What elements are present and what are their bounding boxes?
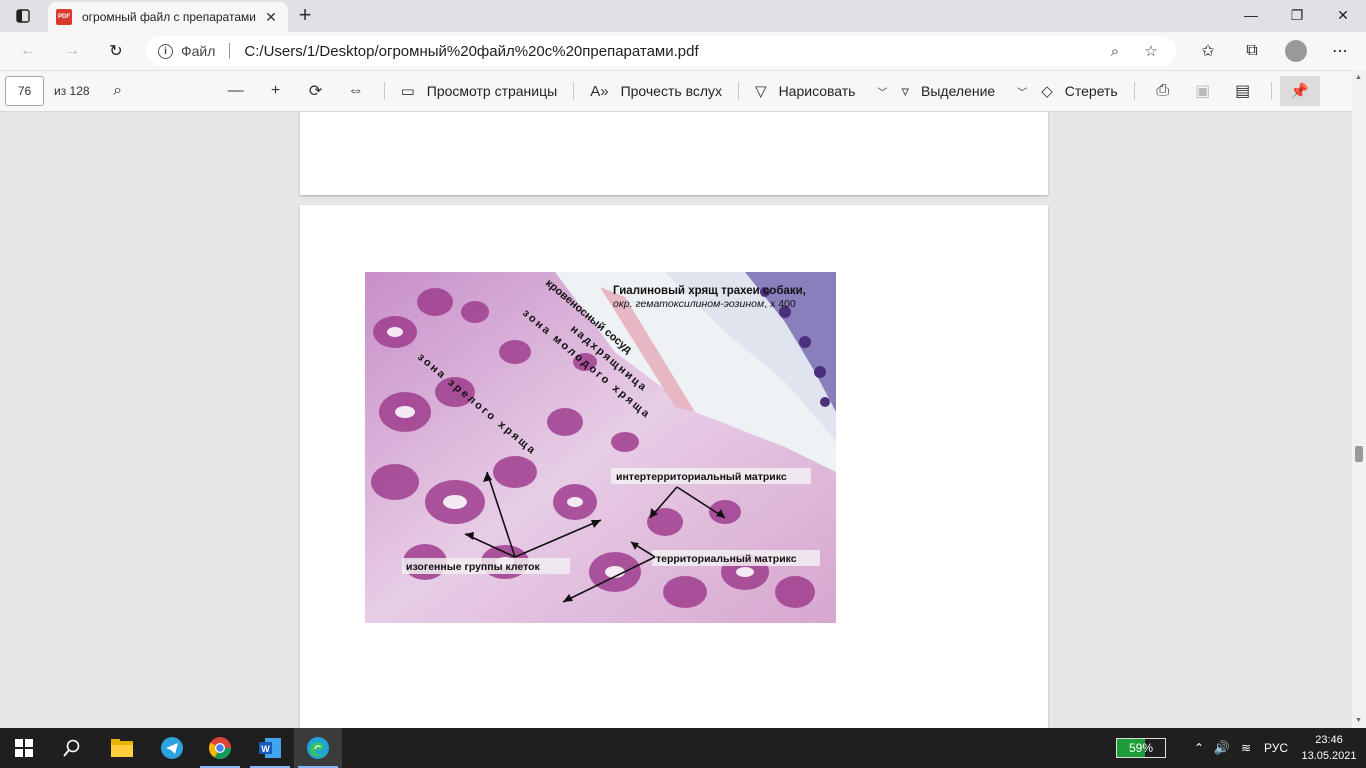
chrome-icon[interactable] — [196, 728, 244, 768]
volume-icon[interactable]: 🔊 — [1210, 740, 1234, 756]
page-view-button[interactable]: ▭ Просмотр страницы — [393, 76, 566, 106]
new-tab-button[interactable]: + — [292, 4, 318, 28]
tab-active[interactable]: PDF огромный файл с препаратами ✕ — [48, 2, 288, 32]
pin-toolbar-icon[interactable]: 📌 — [1279, 76, 1320, 106]
erase-button[interactable]: ◇ Стереть — [1033, 76, 1126, 106]
address-divider — [229, 43, 231, 59]
wifi-icon[interactable]: ≋ — [1234, 741, 1258, 755]
toolbar-divider — [573, 82, 575, 100]
restore-button[interactable]: ❐ — [1274, 0, 1320, 30]
rotate-icon[interactable]: ⟳ — [296, 76, 336, 106]
file-explorer-icon[interactable] — [98, 728, 146, 768]
draw-dropdown-chevron-icon[interactable]: ﹀ — [871, 84, 893, 99]
window-controls: — ❐ ✕ — [1228, 0, 1366, 30]
pdf-viewer[interactable]: Гиалиновый хрящ трахеи собаки, окр. гема… — [0, 112, 1352, 728]
label-isogenic-groups: изогенные группы клеток — [406, 561, 541, 573]
clock-date: 13.05.2021 — [1301, 750, 1357, 762]
erase-label: Стереть — [1064, 83, 1118, 99]
more-menu-icon[interactable]: ⋯ — [1318, 37, 1362, 65]
info-icon: i — [158, 43, 173, 59]
page-view-icon: ▭ — [400, 83, 415, 100]
browser-toolbar-right: ✩ ⧉ ⋯ — [1186, 37, 1362, 65]
edge-icon[interactable] — [294, 728, 342, 768]
draw-icon: ▽ — [755, 83, 767, 100]
language-indicator[interactable]: РУС — [1264, 741, 1288, 755]
page-view-label: Просмотр страницы — [426, 83, 558, 99]
label-interterritorial-matrix: интертерриториальный матрикс — [616, 471, 787, 483]
figure-title: Гиалиновый хрящ трахеи собаки, — [613, 285, 806, 297]
page-total-label: из 128 — [54, 84, 90, 98]
favorites-icon[interactable]: ✩ — [1186, 37, 1230, 65]
favorite-add-icon[interactable]: ☆ — [1138, 42, 1164, 60]
scroll-up-icon[interactable]: ▲ — [1355, 74, 1362, 81]
windows-start-icon[interactable] — [0, 728, 48, 768]
taskbar-search-icon[interactable] — [48, 728, 96, 768]
print-icon[interactable]: ⎙ — [1143, 76, 1183, 106]
highlight-dropdown-chevron-icon[interactable]: ﹀ — [1011, 84, 1033, 99]
toolbar-divider — [738, 82, 740, 100]
telegram-icon[interactable] — [148, 728, 196, 768]
pdf-file-icon: PDF — [56, 9, 72, 25]
eraser-icon: ◇ — [1041, 83, 1053, 100]
micrograph-image: Гиалиновый хрящ трахеи собаки, окр. гема… — [365, 272, 836, 623]
tab-strip: PDF огромный файл с препаратами ✕ + — ❐ … — [0, 0, 1366, 32]
figure-stain-text: окр. гематоксилином-эозином — [613, 298, 764, 310]
toolbar-divider — [1270, 82, 1272, 100]
scroll-down-icon[interactable]: ▼ — [1355, 717, 1362, 724]
draw-button[interactable]: ▽ Нарисовать — [747, 76, 863, 106]
draw-label: Нарисовать — [778, 83, 856, 99]
search-icon[interactable]: ⌕ — [98, 76, 138, 106]
url-text[interactable]: C:/Users/1/Desktop/огромный%20файл%20с%2… — [244, 43, 1102, 60]
profile-avatar — [1285, 40, 1307, 62]
highlight-icon: ▿ — [901, 83, 910, 100]
collections-icon[interactable]: ⧉ — [1230, 37, 1274, 65]
pdf-page-previous — [300, 112, 1048, 195]
figure-subtitle: окр. гематоксилином-эозином, х 400 — [613, 298, 796, 310]
highlight-button[interactable]: ▿ Выделение — [893, 76, 1003, 106]
clock[interactable]: 23:46 13.05.2021 — [1296, 732, 1362, 764]
pdf-toolbar: 76 из 128 ⌕ — + ⟳ ⇔ ▭ Просмотр страницы A… — [0, 70, 1366, 112]
tab-title: огромный файл с препаратами — [82, 10, 256, 24]
zoom-in-button[interactable]: + — [256, 76, 296, 106]
taskbar: W 59% ⌃ 🔊 ≋ РУС 23:46 13.05.2021 — [0, 728, 1366, 768]
clock-time: 23:46 — [1315, 734, 1343, 746]
forward-arrow-icon[interactable]: → — [58, 37, 86, 65]
fit-width-icon[interactable]: ⇔ — [336, 76, 376, 106]
word-icon[interactable]: W — [246, 728, 294, 768]
zoom-icon[interactable]: ⌕ — [1102, 43, 1128, 60]
micrograph-figure: Гиалиновый хрящ трахеи собаки, окр. гема… — [365, 272, 836, 623]
battery-indicator[interactable]: 59% — [1116, 738, 1166, 758]
address-bar[interactable]: i Файл C:/Users/1/Desktop/огромный%20фай… — [146, 36, 1176, 66]
battery-percent: 59% — [1128, 741, 1154, 755]
site-info-button[interactable]: i Файл — [158, 43, 215, 59]
svg-text:W: W — [261, 744, 270, 754]
highlight-label: Выделение — [921, 83, 996, 99]
close-window-button[interactable]: ✕ — [1320, 0, 1366, 30]
back-arrow-icon[interactable]: ← — [14, 37, 42, 65]
save-icon[interactable]: ▣ — [1183, 76, 1223, 106]
tray-expand-icon[interactable]: ⌃ — [1188, 741, 1210, 755]
pdf-page-current: Гиалиновый хрящ трахеи собаки, окр. гема… — [300, 205, 1048, 728]
vertical-scrollbar[interactable]: ▲ ▼ — [1352, 70, 1366, 728]
page-number-input[interactable]: 76 — [5, 76, 44, 106]
read-aloud-label: Прочесть вслух — [620, 83, 723, 99]
zoom-out-button[interactable]: — — [216, 76, 256, 106]
save-as-icon[interactable]: ▤ — [1223, 76, 1263, 106]
scrollbar-thumb[interactable] — [1355, 446, 1363, 462]
figure-magnification: , х 400 — [764, 298, 796, 310]
read-aloud-icon: A» — [590, 82, 609, 100]
close-tab-icon[interactable]: ✕ — [262, 9, 280, 26]
system-tray: ⌃ 🔊 ≋ РУС — [1188, 728, 1288, 768]
toolbar-divider — [1133, 82, 1135, 100]
profile-button[interactable] — [1274, 37, 1318, 65]
read-aloud-button[interactable]: A» Прочесть вслух — [582, 76, 730, 106]
toolbar-divider — [383, 82, 385, 100]
address-scheme-label: Файл — [181, 43, 216, 59]
tab-actions-icon[interactable] — [8, 5, 38, 27]
refresh-icon[interactable]: ↻ — [102, 37, 130, 65]
minimize-button[interactable]: — — [1228, 0, 1274, 30]
label-territorial-matrix: территориальный матрикс — [656, 553, 797, 565]
navigation-bar: ← → ↻ i Файл C:/Users/1/Desktop/огромный… — [0, 32, 1366, 70]
